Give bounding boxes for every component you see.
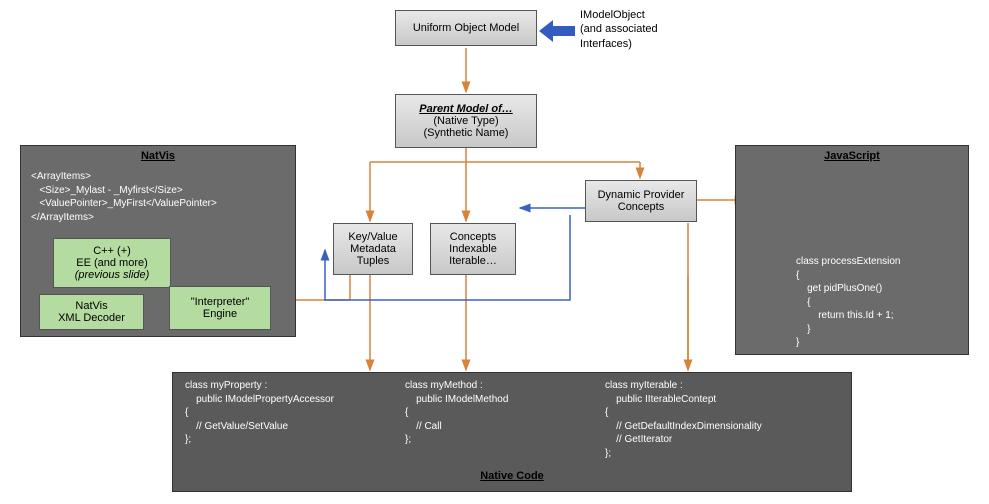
concepts-node: Concepts Indexable Iterable… <box>430 223 516 275</box>
javascript-title: JavaScript <box>736 146 968 166</box>
natvis-title: NatVis <box>21 146 295 166</box>
keyvalue-node: Key/Value Metadata Tuples <box>333 223 413 275</box>
native-code-panel: class myProperty : public IModelProperty… <box>172 372 852 492</box>
javascript-panel: JavaScript class processExtension { get … <box>735 145 969 355</box>
imodelobject-annotation: IModelObject (and associated Interfaces) <box>580 8 658 51</box>
natvis-interpreter-box: "Interpreter" Engine <box>169 286 271 330</box>
natvis-code: <ArrayItems> <Size>_Mylast - _Myfirst</S… <box>21 166 295 228</box>
javascript-code: class processExtension { get pidPlusOne(… <box>786 251 911 354</box>
native-class2: class myMethod : public IModelMethod { /… <box>393 373 593 466</box>
natvis-panel: NatVis <ArrayItems> <Size>_Mylast - _Myf… <box>20 145 296 337</box>
parent-model-line1: (Native Type) <box>433 115 498 127</box>
uom-label: Uniform Object Model <box>413 22 519 34</box>
native-code-title: Native Code <box>173 466 851 488</box>
natvis-decoder-box: NatVis XML Decoder <box>39 294 144 330</box>
parent-model-line2: (Synthetic Name) <box>424 127 509 139</box>
parent-model-node: Parent Model of… (Native Type) (Syntheti… <box>395 94 537 148</box>
native-class1: class myProperty : public IModelProperty… <box>173 373 393 466</box>
imodelobject-arrow <box>539 20 575 42</box>
dynamic-provider-node: Dynamic Provider Concepts <box>585 180 697 222</box>
uniform-object-model-node: Uniform Object Model <box>395 10 537 46</box>
parent-model-title: Parent Model of… <box>419 103 513 115</box>
natvis-cpp-box: C++ (+) EE (and more) (previous slide) <box>53 238 171 288</box>
native-class3: class myIterable : public IIterableConte… <box>593 373 833 466</box>
